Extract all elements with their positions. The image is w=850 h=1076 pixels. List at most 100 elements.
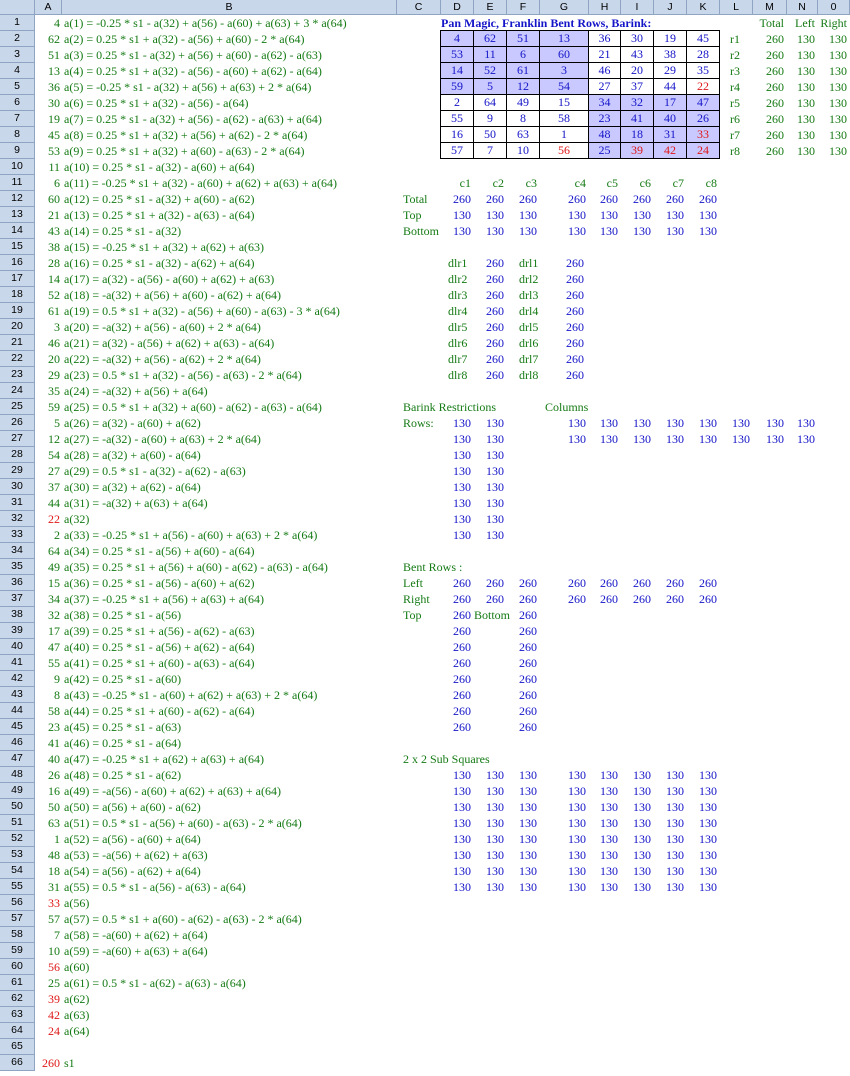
col-label[interactable]: c3 [507, 175, 540, 191]
cell-a5[interactable]: 36 [35, 79, 62, 95]
cell-a3[interactable]: 51 [35, 47, 62, 63]
cell-a6[interactable]: 30 [35, 95, 62, 111]
square-cell[interactable]: 40 [653, 110, 687, 127]
cell-b40[interactable]: a(40) = 0.25 * s1 - a(56) + a(62) - a(64… [64, 639, 254, 655]
square-cell[interactable]: 8 [506, 110, 540, 127]
cell-b14[interactable]: a(14) = 0.25 * s1 - a(32) [64, 223, 181, 239]
barink-col-value[interactable]: 130 [687, 431, 720, 447]
bent-right-value[interactable]: 260 [621, 591, 654, 607]
cell-a9[interactable]: 53 [35, 143, 62, 159]
cell-b44[interactable]: a(44) = 0.25 * s1 + a(60) - a(62) - a(64… [64, 703, 254, 719]
bent-right-value[interactable]: 260 [507, 591, 540, 607]
cell-b23[interactable]: a(23) = 0.5 * s1 + a(32) - a(56) - a(63)… [64, 367, 302, 383]
diag-value[interactable]: 260 [474, 351, 507, 367]
bent-bottom-value[interactable]: 260 [507, 607, 540, 623]
sub-square-value[interactable]: 130 [507, 799, 540, 815]
square-cell[interactable]: 18 [620, 126, 654, 143]
cell-a40[interactable]: 47 [35, 639, 62, 655]
row-total[interactable]: 260 [753, 63, 787, 79]
square-cell[interactable]: 20 [620, 62, 654, 79]
cell-b3[interactable]: a(3) = 0.25 * s1 - a(32) + a(56) + a(60)… [64, 47, 322, 63]
row-header-61[interactable]: 61 [0, 975, 35, 991]
diag-label[interactable]: dlr6 [448, 335, 467, 351]
barink-col-value[interactable]: 130 [654, 415, 687, 431]
cell-a13[interactable]: 21 [35, 207, 62, 223]
cell-a27[interactable]: 12 [35, 431, 62, 447]
cell-b61[interactable]: a(61) = 0.5 * s1 - a(62) - a(63) - a(64) [64, 975, 246, 991]
cell-b50[interactable]: a(50) = a(56) + a(60) - a(62) [64, 799, 201, 815]
cell-b63[interactable]: a(63) [64, 1007, 89, 1023]
cell-a10[interactable]: 11 [35, 159, 62, 175]
row-total[interactable]: 130 [787, 31, 818, 47]
cell-b66[interactable]: s1 [64, 1055, 75, 1071]
square-cell[interactable]: 60 [539, 46, 589, 63]
cell-b37[interactable]: a(37) = -0.25 * s1 + a(56) + a(63) + a(6… [64, 591, 264, 607]
bent-top-value[interactable]: 260 [441, 639, 474, 655]
row-header-50[interactable]: 50 [0, 799, 35, 815]
row-header-45[interactable]: 45 [0, 719, 35, 735]
bent-top-value[interactable]: 260 [441, 655, 474, 671]
cell-b13[interactable]: a(13) = 0.25 * s1 + a(32) - a(63) - a(64… [64, 207, 254, 223]
row-header-27[interactable]: 27 [0, 431, 35, 447]
diag-label[interactable]: dlr1 [448, 255, 467, 271]
sub-square-value[interactable]: 130 [654, 799, 687, 815]
col-total[interactable]: 260 [507, 191, 540, 207]
column-header-b[interactable]: B [62, 0, 397, 15]
col-row-label[interactable]: Total [403, 191, 428, 207]
col-label[interactable]: c2 [474, 175, 507, 191]
row-total[interactable]: 130 [818, 127, 850, 143]
cell-b29[interactable]: a(29) = 0.5 * s1 - a(32) - a(62) - a(63) [64, 463, 246, 479]
sub-square-value[interactable]: 130 [621, 815, 654, 831]
row-header-11[interactable]: 11 [0, 175, 35, 191]
sub-square-value[interactable]: 130 [507, 847, 540, 863]
bent-right-value[interactable]: 260 [540, 591, 589, 607]
cell-b35[interactable]: a(35) = 0.25 * s1 + a(56) + a(60) - a(62… [64, 559, 328, 575]
row-header-49[interactable]: 49 [0, 783, 35, 799]
sub-square-value[interactable]: 130 [589, 847, 621, 863]
row-header-57[interactable]: 57 [0, 911, 35, 927]
row-header-52[interactable]: 52 [0, 831, 35, 847]
barink-col-value[interactable]: 130 [753, 431, 787, 447]
cell-b11[interactable]: a(11) = -0.25 * s1 + a(32) - a(60) + a(6… [64, 175, 337, 191]
barink-row-value[interactable]: 130 [441, 415, 474, 431]
sub-square-value[interactable]: 130 [621, 799, 654, 815]
bent-left-value[interactable]: 260 [540, 575, 589, 591]
row-header-13[interactable]: 13 [0, 207, 35, 223]
column-header-0[interactable]: 0 [818, 0, 850, 15]
sub-squares-title[interactable]: 2 x 2 Sub Squares [403, 751, 490, 767]
cell-b38[interactable]: a(38) = 0.25 * s1 - a(56) [64, 607, 181, 623]
row-label[interactable]: r7 [730, 127, 740, 143]
col-label[interactable]: c1 [441, 175, 474, 191]
sub-square-value[interactable]: 130 [507, 783, 540, 799]
row-header-1[interactable]: 1 [0, 15, 35, 31]
cell-b52[interactable]: a(52) = a(56) - a(60) + a(64) [64, 831, 201, 847]
sub-square-value[interactable]: 130 [589, 815, 621, 831]
square-cell[interactable]: 22 [686, 78, 720, 95]
row-total[interactable]: 260 [753, 111, 787, 127]
sub-square-value[interactable]: 130 [540, 783, 589, 799]
col-total[interactable]: 130 [474, 207, 507, 223]
row-header-34[interactable]: 34 [0, 543, 35, 559]
cell-b18[interactable]: a(18) = -a(32) + a(56) + a(60) - a(62) +… [64, 287, 281, 303]
square-cell[interactable]: 41 [620, 110, 654, 127]
row-header-10[interactable]: 10 [0, 159, 35, 175]
square-cell[interactable]: 6 [506, 46, 540, 63]
barink-col-value[interactable]: 130 [589, 431, 621, 447]
sub-square-value[interactable]: 130 [621, 783, 654, 799]
square-cell[interactable]: 3 [539, 62, 589, 79]
row-header-38[interactable]: 38 [0, 607, 35, 623]
square-cell[interactable]: 33 [686, 126, 720, 143]
diag-label[interactable]: drl2 [519, 271, 538, 287]
sub-square-value[interactable]: 130 [441, 815, 474, 831]
cell-b51[interactable]: a(51) = 0.5 * s1 - a(56) + a(60) - a(63)… [64, 815, 302, 831]
cell-a30[interactable]: 37 [35, 479, 62, 495]
barink-row-value[interactable]: 130 [441, 527, 474, 543]
cell-a46[interactable]: 41 [35, 735, 62, 751]
sub-square-value[interactable]: 130 [589, 783, 621, 799]
square-cell[interactable]: 16 [440, 126, 474, 143]
col-total[interactable]: 130 [540, 223, 589, 239]
column-header-a[interactable]: A [35, 0, 62, 15]
cell-b28[interactable]: a(28) = a(32) + a(60) - a(64) [64, 447, 201, 463]
diag-label[interactable]: dlr2 [448, 271, 467, 287]
bent-bottom-value[interactable]: 260 [507, 639, 540, 655]
